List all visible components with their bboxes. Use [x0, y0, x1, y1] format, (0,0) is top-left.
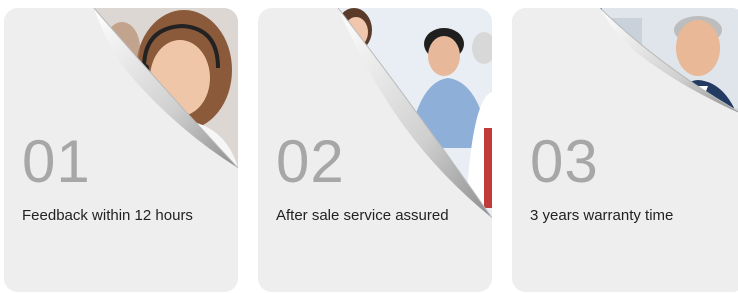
card-label: 3 years warranty time — [530, 207, 674, 224]
card-label: Feedback within 12 hours — [22, 207, 193, 224]
card-number: 03 — [530, 128, 599, 195]
feature-card-feedback[interactable]: 01 Feedback within 12 hours — [4, 8, 238, 292]
card-number: 02 — [276, 128, 345, 195]
card-number: 01 — [22, 128, 91, 195]
feature-card-warranty[interactable]: 03 3 years warranty time — [512, 8, 738, 292]
feature-card-after-sale[interactable]: 02 After sale service assured — [258, 8, 492, 292]
card-label: After sale service assured — [276, 207, 449, 224]
feature-cards-row: 01 Feedback within 12 hours 02 After sal… — [0, 0, 738, 293]
